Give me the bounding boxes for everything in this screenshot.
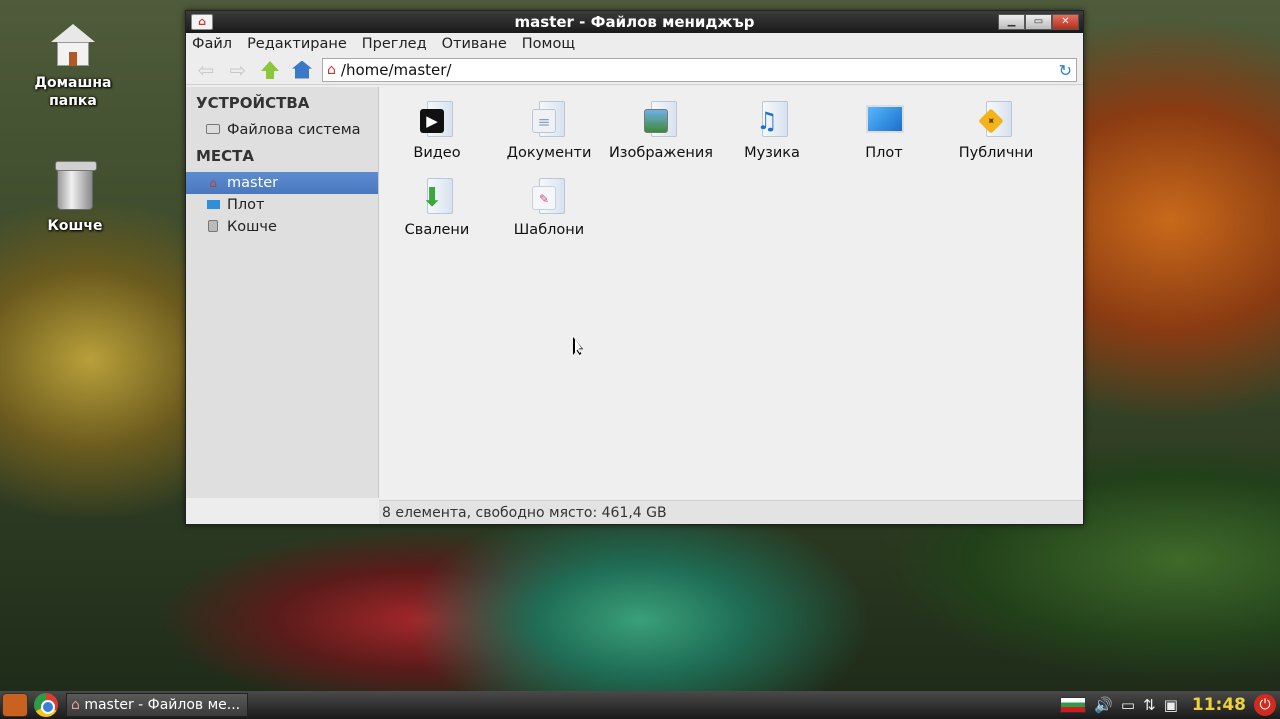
desktop-icon-home-folder[interactable]: Домашна папка	[18, 22, 128, 110]
file-item-music[interactable]: ♫ Музика	[716, 99, 828, 161]
public-folder-icon: ✦	[976, 99, 1016, 139]
battery-icon[interactable]: ▭	[1121, 696, 1135, 714]
music-folder-icon: ♫	[752, 99, 792, 139]
menubar: Файл Редактиране Преглед Отиване Помощ	[186, 33, 1083, 55]
back-button[interactable]: ⇦	[194, 58, 218, 82]
desktop-icon-label: Домашна папка	[34, 75, 112, 109]
volume-icon[interactable]: 🔊	[1094, 696, 1113, 714]
pictures-folder-icon	[641, 99, 681, 139]
forward-button[interactable]: ⇨	[226, 58, 250, 82]
status-bar: 8 елемента, свободно място: 461,4 GB	[379, 500, 1083, 524]
home-button[interactable]	[290, 58, 314, 82]
home-folder-icon	[49, 22, 97, 70]
file-item-documents[interactable]: ≡ Документи	[493, 99, 605, 161]
home-icon: ⌂	[71, 697, 80, 713]
file-item-downloads[interactable]: ⬇ Свалени	[381, 176, 493, 238]
arrow-left-icon: ⇦	[197, 57, 215, 82]
file-item-label: Свалени	[404, 222, 470, 238]
taskbar-window-label: master - Файлов ме...	[84, 697, 241, 713]
desktop-folder-icon	[864, 99, 904, 139]
menu-view[interactable]: Преглед	[362, 36, 427, 52]
trash-icon	[206, 219, 220, 235]
file-item-label: Изображения	[608, 145, 714, 161]
home-icon[interactable]: ⌂	[191, 14, 213, 30]
file-item-label: Видео	[413, 145, 461, 161]
arrow-up-icon	[261, 60, 279, 79]
toolbar: ⇦ ⇨ ⌂ /home/master/ ↻	[186, 55, 1083, 85]
file-item-public[interactable]: ✦ Публични	[940, 99, 1052, 161]
menu-go[interactable]: Отиване	[442, 36, 507, 52]
close-button[interactable]: ✕	[1052, 14, 1079, 30]
sidebar-item-label: Плот	[227, 197, 265, 213]
file-item-videos[interactable]: ▶ Видео	[381, 99, 493, 161]
taskbar: ⌂ master - Файлов ме... 🔊 ▭ ⇅ ▣ 11:48 ⏻	[0, 691, 1280, 719]
trash-icon	[55, 161, 97, 210]
main-menu-button[interactable]	[2, 693, 28, 717]
keyboard-layout-flag-icon[interactable]	[1060, 697, 1087, 713]
sidebar-item-trash[interactable]: Кошче	[186, 216, 378, 238]
up-button[interactable]	[258, 58, 282, 82]
sidebar-item-master[interactable]: ⌂ master	[186, 172, 378, 194]
video-folder-icon: ▶	[417, 99, 457, 139]
sidebar-item-label: master	[227, 175, 279, 191]
sidebar: УСТРОЙСТВА Файлова система МЕСТА ⌂ maste…	[186, 87, 379, 498]
file-item-label: Шаблони	[513, 222, 585, 238]
file-item-pictures[interactable]: Изображения	[605, 99, 717, 161]
sidebar-item-desktop[interactable]: Плот	[186, 194, 378, 216]
downloads-folder-icon: ⬇	[417, 176, 457, 216]
network-icon[interactable]: ⇅	[1143, 696, 1156, 714]
browser-launcher-icon[interactable]	[34, 693, 58, 717]
arrow-right-icon: ⇨	[229, 57, 247, 82]
sidebar-item-label: Файлова система	[227, 122, 361, 138]
file-item-label: Документи	[506, 145, 592, 161]
window-titlebar[interactable]: ⌂ master - Файлов мениджър ▁ ▭ ✕	[186, 11, 1083, 33]
maximize-button[interactable]: ▭	[1025, 14, 1052, 30]
sidebar-header-places: МЕСТА	[196, 147, 255, 165]
file-item-templates[interactable]: ✎ Шаблони	[493, 176, 605, 238]
refresh-icon[interactable]: ↻	[1059, 61, 1072, 80]
sidebar-item-label: Кошче	[227, 219, 277, 235]
location-bar[interactable]: ⌂ /home/master/ ↻	[322, 57, 1077, 82]
minimize-button[interactable]: ▁	[998, 14, 1025, 30]
file-item-label: Музика	[744, 145, 800, 161]
menu-file[interactable]: Файл	[192, 36, 232, 52]
home-icon	[292, 60, 312, 79]
desktop-icon	[206, 198, 220, 212]
desktop-icon-label: Кошче	[47, 218, 103, 234]
home-icon: ⌂	[209, 176, 217, 190]
templates-folder-icon: ✎	[529, 176, 569, 216]
monitor-icon[interactable]: ▣	[1164, 696, 1178, 714]
window-title: master - Файлов мениджър	[514, 13, 755, 31]
system-tray: 🔊 ▭ ⇅ ▣ 11:48 ⏻	[1060, 694, 1280, 716]
file-view[interactable]: ▶ Видео ≡ Документи Изображения ♫ Музика…	[379, 87, 1083, 498]
desktop-icon-trash[interactable]: Кошче	[20, 161, 130, 234]
file-item-desktop[interactable]: Плот	[828, 99, 940, 161]
sidebar-header-devices: УСТРОЙСТВА	[196, 94, 310, 112]
power-icon[interactable]: ⏻	[1254, 694, 1276, 716]
documents-folder-icon: ≡	[529, 99, 569, 139]
menu-help[interactable]: Помощ	[522, 36, 575, 52]
file-manager-window: ⌂ master - Файлов мениджър ▁ ▭ ✕ Файл Ре…	[185, 10, 1084, 525]
drive-icon	[206, 123, 220, 137]
file-item-label: Плот	[865, 145, 903, 161]
file-item-label: Публични	[958, 145, 1034, 161]
home-icon: ⌂	[327, 61, 336, 78]
clock[interactable]: 11:48	[1192, 695, 1246, 715]
location-path: /home/master/	[340, 60, 452, 79]
sidebar-item-filesystem[interactable]: Файлова система	[186, 119, 378, 141]
taskbar-window-button[interactable]: ⌂ master - Файлов ме...	[66, 693, 248, 717]
menu-edit[interactable]: Редактиране	[247, 36, 347, 52]
